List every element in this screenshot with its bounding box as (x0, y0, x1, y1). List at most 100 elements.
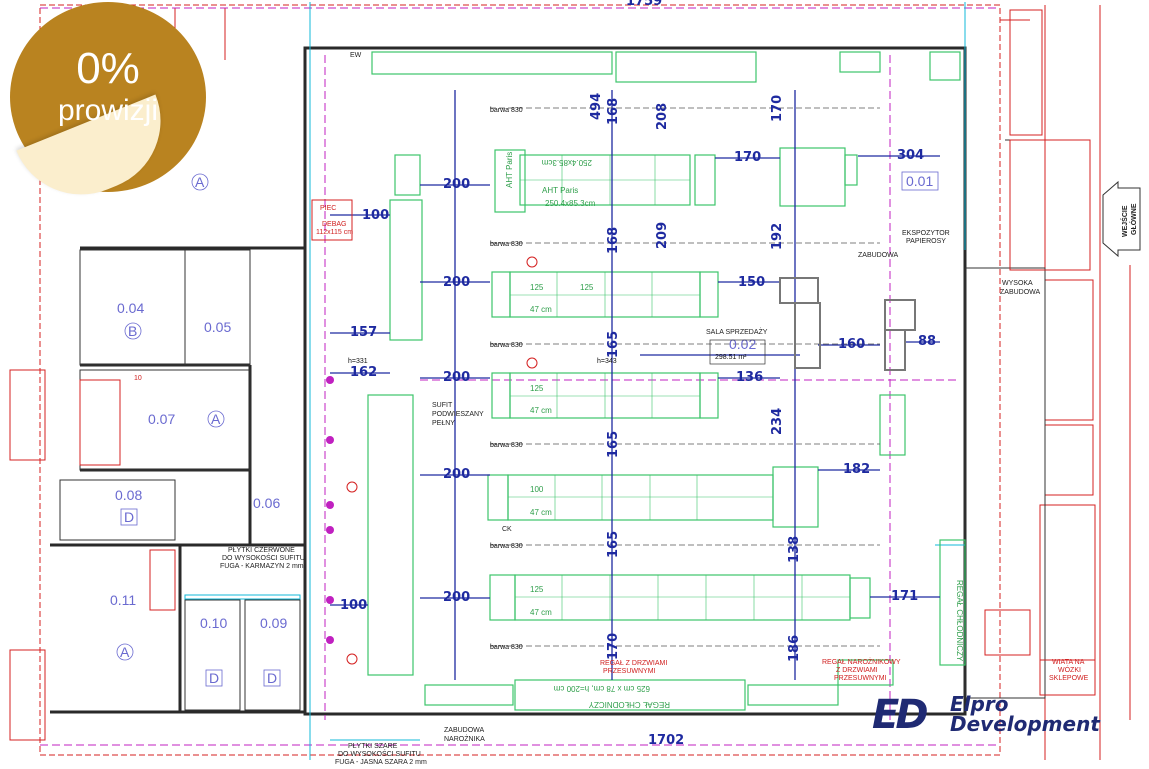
dim-209: 209 (655, 222, 670, 249)
dim-182: 182 (843, 462, 870, 477)
room-0-09-label: 0.09 (260, 615, 287, 631)
regal-naroz-3: PRZESUWNYMI (834, 675, 887, 682)
dim-165-1: 165 (606, 331, 621, 358)
dim-170-v2: 170 (606, 633, 621, 660)
room-0-02-label: 0.02 (729, 336, 756, 352)
regal-chlodniczy-label: REGAŁ CHŁODNICZY (588, 700, 670, 709)
dim-304: 304 (897, 148, 924, 163)
piec-1: PIEC (320, 205, 336, 212)
dim-138: 138 (787, 536, 802, 563)
sala-sprzedazy-label: SALA SPRZEDAŻY (706, 327, 768, 336)
shelf-47-d: 47 cm (530, 608, 552, 617)
dim-208: 208 (655, 103, 670, 130)
badge-percent: 0% (76, 44, 140, 93)
wiata-1: WIATA NA (1052, 659, 1085, 666)
barwa-6: barwa 830 (490, 644, 523, 651)
plytki-red-1: PŁYTKI CZERWONE (228, 547, 295, 554)
dim-170-v1: 170 (770, 95, 785, 122)
zabudowa-naroznika-1: ZABUDOWA (444, 727, 485, 734)
plytki-red-2: DO WYSOKOŚCI SUFITU (222, 553, 305, 562)
ck-label: CK (502, 526, 512, 533)
sufit-line1: SUFIT (432, 402, 453, 409)
dim-160: 160 (838, 337, 865, 352)
dim-88: 88 (918, 334, 936, 349)
room-letters (116, 173, 281, 687)
dimension-lines (330, 90, 940, 680)
dim-100-2: 100 (340, 598, 367, 613)
shelf-125-d: 125 (530, 585, 544, 594)
dim-171: 171 (891, 589, 918, 604)
shelf-47-c: 47 cm (530, 508, 552, 517)
aht-label-1: AHT Paris (542, 186, 578, 195)
room-0-02-area: 298.51 m² (715, 354, 747, 361)
barwa-2: barwa 830 (490, 241, 523, 248)
dim-192: 192 (770, 223, 785, 250)
plytki-red-3: FUGA - KARMAZYN 2 mm (220, 563, 304, 570)
plytki-grey-3: FUGA - JASNA SZARA 2 mm (335, 759, 427, 766)
letter-a-2: A (211, 411, 221, 427)
room-0-08-label: 0.08 (115, 487, 142, 503)
aht-dims-2: 250.4x85.3cm (541, 158, 592, 167)
regal-drzwi-2: PRZESUWNYMI (603, 668, 656, 675)
dim-494: 494 (589, 93, 604, 120)
dim-170-h: 170 (734, 150, 761, 165)
shelf-125-a: 125 (530, 283, 544, 292)
room-0-01-label: 0.01 (906, 173, 933, 189)
plytki-grey-2: DO WYSOKOŚCI SUFITU (338, 749, 421, 758)
piec-3: 112x115 cm (316, 229, 353, 236)
wysoka-2: ZABUDOWA (1000, 289, 1041, 296)
regal-chlodniczy-2: REGAŁ CHŁODNICZY (955, 580, 964, 662)
dim-200-1: 200 (443, 177, 470, 192)
top-dim: 1759 (626, 0, 662, 9)
aht-dims-1: 250.4x85.3cm (545, 199, 596, 208)
regal-naroz-2: Z DRZWIAMI (836, 667, 878, 674)
letter-d-1: D (124, 509, 134, 525)
logo-mark: ED (872, 692, 929, 738)
entrance-label-1: WEJŚCIE (1120, 205, 1129, 237)
badge-text: prowizji (57, 94, 159, 127)
dim-200-3: 200 (443, 370, 470, 385)
dim-186: 186 (787, 635, 802, 662)
ekspozytor-2: PAPIEROSY (906, 238, 946, 245)
zabudowa-naroznika-2: NAROŻNIKA (444, 734, 485, 743)
ew-label: EW (350, 52, 362, 59)
barwa-4: barwa 830 (490, 442, 523, 449)
right-top-rooms (1009, 9, 1091, 271)
barwa-3: barwa 830 (490, 342, 523, 349)
regal-chlodniczy-dims: 625 cm x 78 cm, h=200 cm (553, 684, 650, 693)
shelf-125-c: 125 (530, 384, 544, 393)
elpro-development-logo: ED Elpro Development (872, 692, 1122, 740)
wysoka-1: WYSOKA (1002, 280, 1033, 287)
ekspozytor-1: EKSPOZYTOR (902, 230, 950, 237)
room-0-11-label: 0.11 (110, 592, 136, 608)
dim-200-5: 200 (443, 590, 470, 605)
shelf-125-b: 125 (580, 283, 594, 292)
dim-234: 234 (770, 408, 785, 435)
dim-165-3: 165 (606, 531, 621, 558)
barwa-1: barwa 830 (490, 107, 523, 114)
regal-naroz-1: REGAŁ NAROŻNIKOWY (822, 657, 901, 666)
dim-162: 162 (350, 365, 377, 380)
room-0-06-label: 0.06 (253, 495, 280, 511)
logo-name-line2: Development (950, 712, 1100, 736)
dim-165-2: 165 (606, 431, 621, 458)
dim-100-1: 100 (362, 208, 389, 223)
dim-168-1: 168 (606, 98, 621, 125)
barwa-5: barwa 830 (490, 543, 523, 550)
dim-157: 157 (350, 325, 377, 340)
piec-2: DEBAG (322, 221, 347, 228)
dim-10: 10 (134, 375, 142, 382)
shelf-100-a: 100 (530, 485, 544, 494)
plytki-grey-1: PŁYTKI SZARE (348, 743, 398, 750)
entrance-label-2: GŁÓWNE (1129, 203, 1138, 235)
sufit-line3: PEŁNY (432, 420, 455, 427)
bottom-dim: 1702 (648, 733, 684, 748)
letter-b: B (128, 323, 137, 339)
letter-d-2: D (209, 670, 219, 686)
h-343: h=343 (597, 358, 617, 365)
room-0-07-label: 0.07 (148, 411, 175, 427)
room-0-10-label: 0.10 (200, 615, 227, 631)
letter-a-3: A (120, 644, 130, 660)
shelf-47-a: 47 cm (530, 305, 552, 314)
shelf-47-b: 47 cm (530, 406, 552, 415)
